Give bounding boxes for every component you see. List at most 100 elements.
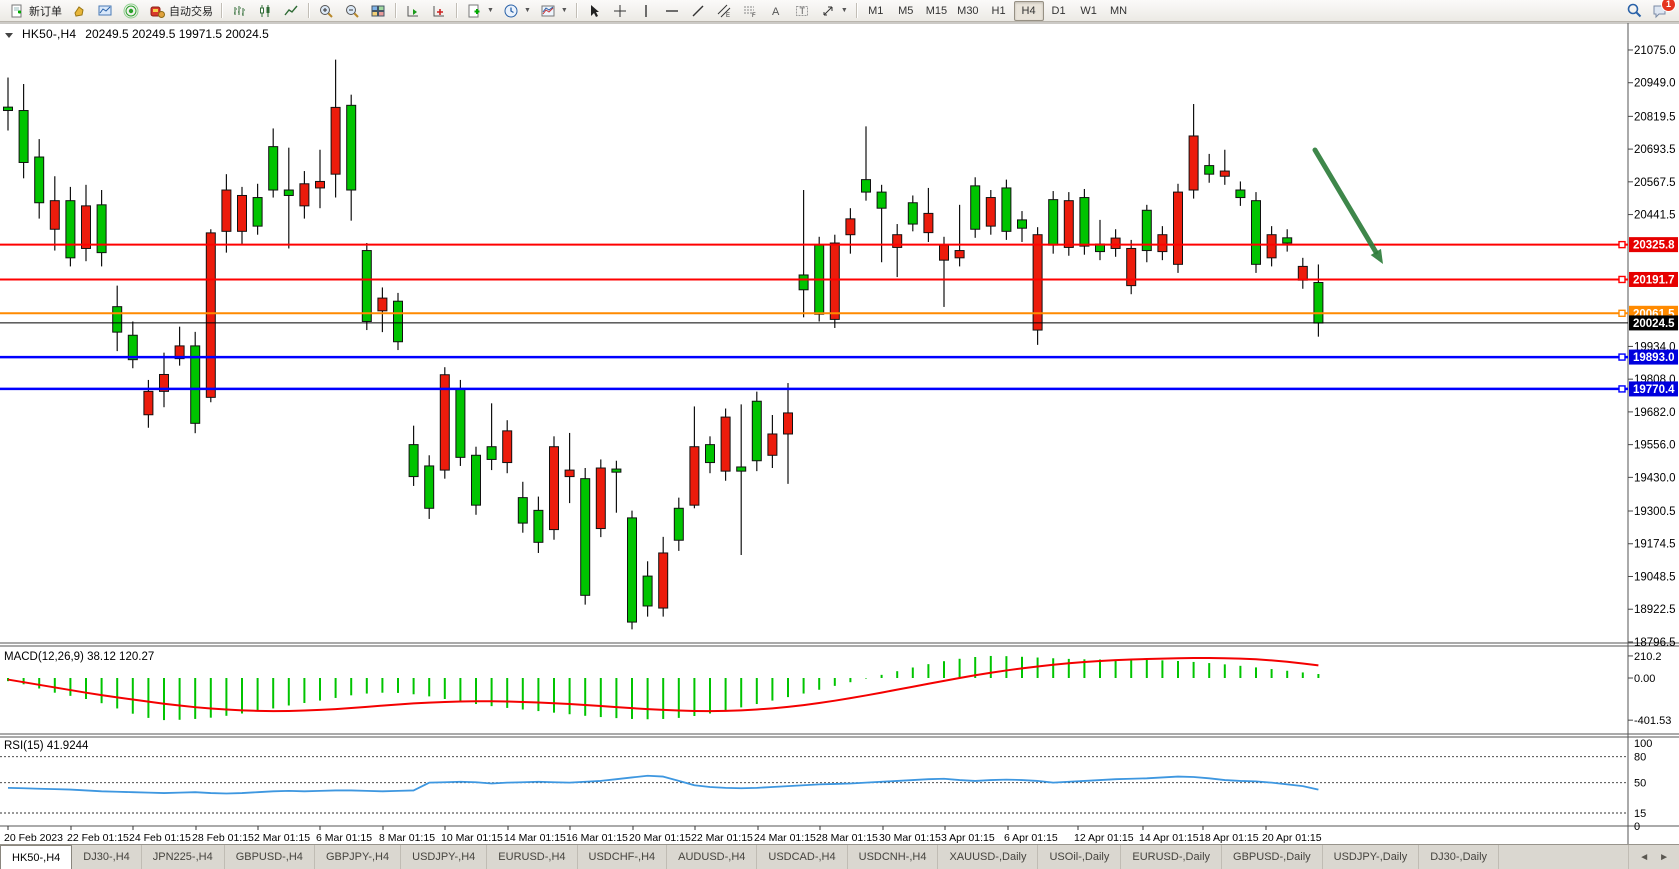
annotation-arrow[interactable] (1315, 150, 1376, 252)
toolbar-separator (221, 3, 222, 18)
mt4-window: 新订单 自动交易 (0, 0, 1679, 869)
zoom-in-button[interactable] (313, 1, 339, 21)
signals-icon (122, 2, 140, 20)
text-tool-button[interactable]: A (763, 1, 789, 21)
candle-body (456, 389, 465, 458)
candle-body (1064, 201, 1073, 248)
candle-body (659, 553, 668, 608)
price-line-handle[interactable] (1619, 242, 1625, 248)
timeframe-m15[interactable]: M15 (921, 1, 952, 21)
fibonacci-tool-button[interactable]: F (737, 1, 763, 21)
chart-tab-usdjpy-daily[interactable]: USDJPY-,Daily (1323, 845, 1420, 869)
timeframe-w1[interactable]: W1 (1074, 1, 1104, 21)
period-button[interactable]: ▼ (498, 1, 535, 21)
chart-profile-button[interactable]: ▼ (535, 1, 572, 21)
candle-body (596, 468, 605, 529)
candle-body (986, 198, 995, 227)
chart-tab-gbpjpy-h4[interactable]: GBPJPY-,H4 (315, 845, 401, 869)
auto-trading-button[interactable]: 自动交易 (144, 1, 217, 21)
time-tick-label: 3 Apr 01:15 (941, 832, 995, 844)
line-chart-icon (282, 2, 300, 20)
price-line-handle[interactable] (1619, 386, 1625, 392)
tile-windows-button[interactable] (365, 1, 391, 21)
time-tick-label: 28 Feb 01:15 (192, 832, 254, 844)
rsi-scale-label: 15 (1634, 808, 1646, 820)
candle-body (284, 190, 293, 195)
text-label-tool-button[interactable]: T (789, 1, 815, 21)
timeframe-h4[interactable]: H4 (1014, 1, 1044, 21)
price-tick-label: 19682.0 (1634, 407, 1676, 419)
price-tick-label: 19174.5 (1634, 539, 1676, 551)
chart-tab-xauusd-daily[interactable]: XAUUSD-,Daily (938, 845, 1038, 869)
candle-body (269, 147, 278, 190)
chart-tab-audusd-h4[interactable]: AUDUSD-,H4 (667, 845, 757, 869)
notifications-icon[interactable]: 1 (1651, 2, 1669, 20)
trendline-tool-button[interactable] (685, 1, 711, 21)
price-line-handle[interactable] (1619, 276, 1625, 282)
line-chart-button[interactable] (278, 1, 304, 21)
tab-scroll-right-icon[interactable]: ► (1659, 852, 1669, 863)
price-line-handle[interactable] (1619, 354, 1625, 360)
time-tick-label: 14 Mar 01:15 (504, 832, 566, 844)
timeframe-m1[interactable]: M1 (861, 1, 891, 21)
rsi-label: RSI(15) 41.9244 (4, 740, 89, 752)
new-order-label: 新订单 (29, 3, 62, 19)
candle-body (1080, 198, 1089, 247)
chart-shift-button[interactable] (426, 1, 452, 21)
new-template-button[interactable]: ▼ (461, 1, 498, 21)
timeframe-d1[interactable]: D1 (1044, 1, 1074, 21)
navigator-button[interactable] (92, 1, 118, 21)
new-order-button[interactable]: 新订单 (4, 1, 66, 21)
candle-body (784, 413, 793, 434)
chart-tab-dj30-h4[interactable]: DJ30-,H4 (72, 845, 141, 869)
candle-body (1033, 235, 1042, 330)
bar-chart-icon (230, 2, 248, 20)
chart-tab-gbpusd-h4[interactable]: GBPUSD-,H4 (225, 845, 315, 869)
chart-tab-usdcad-h4[interactable]: USDCAD-,H4 (757, 845, 847, 869)
candle-body (4, 107, 13, 110)
chart-tab-eurusd-daily[interactable]: EURUSD-,Daily (1121, 845, 1222, 869)
candlestick-chart-button[interactable] (252, 1, 278, 21)
zoom-out-button[interactable] (339, 1, 365, 21)
chart-tab-dj30-daily[interactable]: DJ30-,Daily (1419, 845, 1499, 869)
candle-body (35, 157, 44, 203)
cursor-tool-button[interactable] (581, 1, 607, 21)
candle-body (300, 184, 309, 206)
signals-button[interactable] (118, 1, 144, 21)
timeframe-m5[interactable]: M5 (891, 1, 921, 21)
candle-body (706, 445, 715, 463)
time-tick-label: 22 Mar 01:15 (691, 832, 753, 844)
vertical-line-tool-button[interactable] (633, 1, 659, 21)
candle-body (1018, 220, 1027, 228)
market-watch-button[interactable] (66, 1, 92, 21)
chart-tab-usdcnh-h4[interactable]: USDCNH-,H4 (848, 845, 939, 869)
channel-tool-button[interactable]: E (711, 1, 737, 21)
chart-tab-eurusd-h4[interactable]: EURUSD-,H4 (487, 845, 577, 869)
price-tick-label: 21075.0 (1634, 45, 1676, 57)
chart-tab-hk50-h4[interactable]: HK50-,H4 (0, 845, 72, 869)
svg-text:F: F (752, 13, 756, 19)
search-icon[interactable] (1625, 2, 1643, 20)
chart-tab-gbpusd-daily[interactable]: GBPUSD-,Daily (1222, 845, 1323, 869)
chart-tab-jpn225-h4[interactable]: JPN225-,H4 (142, 845, 225, 869)
price-line-handle[interactable] (1619, 310, 1625, 316)
horizontal-line-icon (663, 2, 681, 20)
auto-scroll-button[interactable] (400, 1, 426, 21)
timeframe-m30[interactable]: M30 (952, 1, 983, 21)
chart-symbol-period: HK50-,H4 (22, 27, 76, 41)
candle-body (565, 470, 574, 476)
arrows-tool-button[interactable]: ▼ (815, 1, 852, 21)
chart-tab-usdchf-h4[interactable]: USDCHF-,H4 (578, 845, 668, 869)
tab-scroll-left-icon[interactable]: ◄ (1639, 852, 1649, 863)
candle-body (1002, 188, 1011, 231)
chart-tab-usoil-daily[interactable]: USOil-,Daily (1038, 845, 1121, 869)
horizontal-line-tool-button[interactable] (659, 1, 685, 21)
candle-body (362, 251, 371, 322)
bar-chart-button[interactable] (226, 1, 252, 21)
chart-tab-usdjpy-h4[interactable]: USDJPY-,H4 (401, 845, 487, 869)
chart-context-marker-icon[interactable] (5, 33, 13, 38)
crosshair-tool-button[interactable] (607, 1, 633, 21)
candle-body (830, 243, 839, 319)
timeframe-h1[interactable]: H1 (984, 1, 1014, 21)
timeframe-mn[interactable]: MN (1104, 1, 1134, 21)
